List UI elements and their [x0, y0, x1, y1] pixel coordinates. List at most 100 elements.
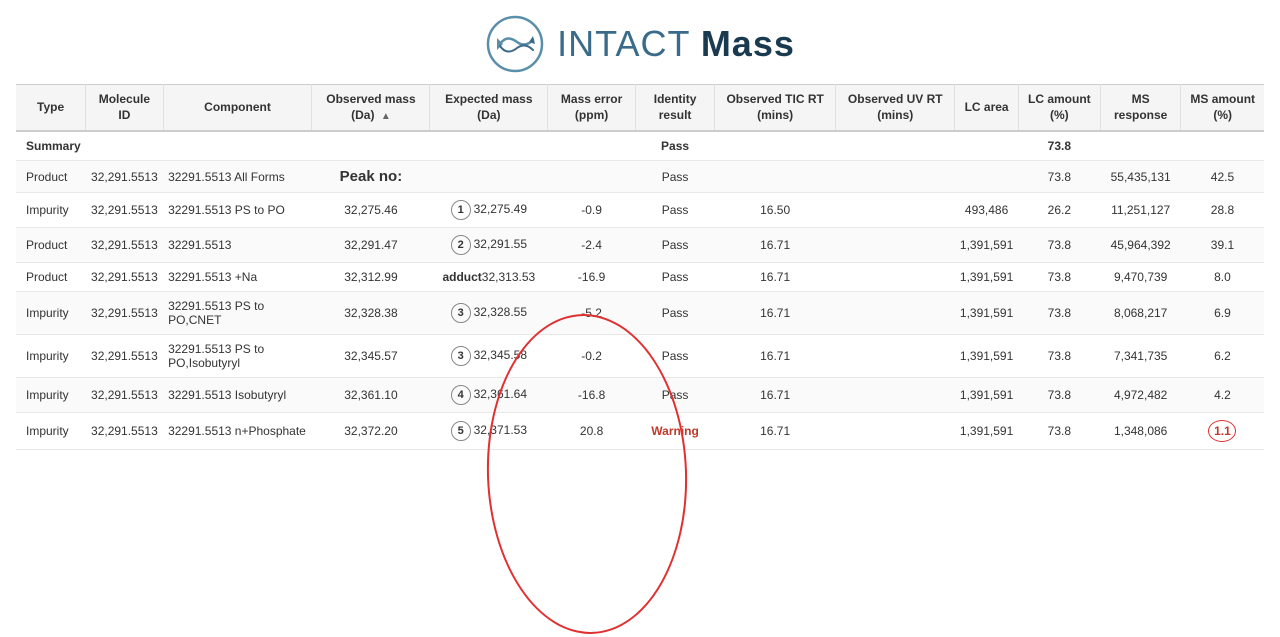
cell-uv-rt [836, 131, 955, 161]
cell-type: Impurity [16, 413, 86, 450]
cell-expected-mass: 532,371.53 [430, 413, 548, 450]
cell-identity: Pass [636, 193, 715, 228]
cell-ms-response: 8,068,217 [1100, 292, 1181, 335]
pass-badge: Pass [662, 170, 689, 184]
cell-component: 32291.5513 PS to PO,Isobutyryl [163, 335, 312, 378]
cell-tic-rt: 16.71 [715, 263, 836, 292]
cell-component: 32291.5513 Isobutyryl [163, 378, 312, 413]
cell-ms-amount: 8.0 [1181, 263, 1264, 292]
cell-observed-mass: 32,312.99 [312, 263, 430, 292]
cell-lc-area: 493,486 [955, 193, 1018, 228]
cell-uv-rt [836, 228, 955, 263]
cell-observed-mass: Peak no: [312, 161, 430, 193]
cell-expected-mass: 332,328.55 [430, 292, 548, 335]
cell-observed-mass: 32,291.47 [312, 228, 430, 263]
cell-ms-response: 1,348,086 [1100, 413, 1181, 450]
cell-ms-amount: 6.9 [1181, 292, 1264, 335]
col-tic-rt: Observed TIC RT (mins) [715, 85, 836, 132]
cell-identity: Pass [636, 161, 715, 193]
adduct-label: adduct [442, 270, 481, 284]
cell-mass-error: 20.8 [548, 413, 636, 450]
cell-lc-area: 1,391,591 [955, 413, 1018, 450]
cell-component: 32291.5513 PS to PO,CNET [163, 292, 312, 335]
cell-tic-rt [715, 131, 836, 161]
cell-mass-error: -16.8 [548, 378, 636, 413]
cell-ms-response: 55,435,131 [1100, 161, 1181, 193]
pass-badge: Pass [662, 388, 689, 402]
cell-uv-rt [836, 292, 955, 335]
cell-expected-mass: 332,345.58 [430, 335, 548, 378]
table-header-row: Type Molecule ID Component Observed mass… [16, 85, 1264, 132]
cell-uv-rt [836, 413, 955, 450]
cell-mass-error: -5.2 [548, 292, 636, 335]
peak-number-badge: 1 [451, 200, 471, 220]
cell-lc-area [955, 161, 1018, 193]
warning-badge: Warning [651, 424, 699, 438]
cell-component: 32291.5513 +Na [163, 263, 312, 292]
col-expected-mass: Expected mass (Da) [430, 85, 548, 132]
col-type: Type [16, 85, 86, 132]
cell-identity: Pass [636, 228, 715, 263]
cell-component: 32291.5513 [163, 228, 312, 263]
cell-identity: Pass [636, 378, 715, 413]
cell-type: Product [16, 161, 86, 193]
cell-tic-rt [715, 161, 836, 193]
cell-identity: Pass [636, 335, 715, 378]
peak-number-badge: 2 [451, 235, 471, 255]
data-table-container: Type Molecule ID Component Observed mass… [0, 84, 1280, 466]
cell-ms-amount: 6.2 [1181, 335, 1264, 378]
cell-tic-rt: 16.71 [715, 228, 836, 263]
cell-component: 32291.5513 PS to PO [163, 193, 312, 228]
sort-arrow-observed-mass: ▲ [381, 110, 391, 123]
cell-ms-response: 11,251,127 [1100, 193, 1181, 228]
cell-identity: Pass [636, 131, 715, 161]
cell-lc-area: 1,391,591 [955, 263, 1018, 292]
col-mass-error: Mass error (ppm) [548, 85, 636, 132]
cell-ms-response: 45,964,392 [1100, 228, 1181, 263]
cell-molecule-id: 32,291.5513 [86, 161, 163, 193]
cell-lc-amount: 73.8 [1018, 378, 1100, 413]
cell-uv-rt [836, 335, 955, 378]
pass-badge: Pass [662, 270, 689, 284]
cell-ms-response: 9,470,739 [1100, 263, 1181, 292]
cell-lc-amount: 73.8 [1018, 335, 1100, 378]
cell-molecule-id: 32,291.5513 [86, 228, 163, 263]
circled-ms-amount: 1.1 [1208, 420, 1236, 442]
cell-ms-amount: 4.2 [1181, 378, 1264, 413]
cell-lc-amount: 73.8 [1018, 161, 1100, 193]
pass-badge: Pass [662, 349, 689, 363]
cell-observed-mass: 32,345.57 [312, 335, 430, 378]
cell-mass-error: -0.9 [548, 193, 636, 228]
cell-molecule-id: 32,291.5513 [86, 413, 163, 450]
cell-ms-response: 7,341,735 [1100, 335, 1181, 378]
col-molecule-id: Molecule ID [86, 85, 163, 132]
cell-mass-error [548, 161, 636, 193]
cell-molecule-id: 32,291.5513 [86, 335, 163, 378]
cell-expected-mass: 132,275.49 [430, 193, 548, 228]
cell-ms-amount [1181, 131, 1264, 161]
table-row: Impurity32,291.551332291.5513 PS to PO,I… [16, 335, 1264, 378]
cell-component: 32291.5513 n+Phosphate [163, 413, 312, 450]
cell-lc-area: 1,391,591 [955, 228, 1018, 263]
cell-molecule-id: 32,291.5513 [86, 263, 163, 292]
cell-identity: Pass [636, 263, 715, 292]
cell-component [163, 131, 312, 161]
cell-mass-error: -16.9 [548, 263, 636, 292]
pass-badge: Pass [662, 203, 689, 217]
cell-tic-rt: 16.71 [715, 292, 836, 335]
cell-observed-mass: 32,361.10 [312, 378, 430, 413]
cell-molecule-id [86, 131, 163, 161]
cell-tic-rt: 16.71 [715, 335, 836, 378]
cell-expected-mass: 432,361.64 [430, 378, 548, 413]
cell-lc-area: 1,391,591 [955, 378, 1018, 413]
cell-ms-amount: 28.8 [1181, 193, 1264, 228]
cell-mass-error: -0.2 [548, 335, 636, 378]
cell-lc-amount: 73.8 [1018, 131, 1100, 161]
cell-expected-mass [430, 161, 548, 193]
cell-lc-amount: 73.8 [1018, 413, 1100, 450]
col-observed-mass[interactable]: Observed mass (Da) ▲ [312, 85, 430, 132]
cell-type: Summary [16, 131, 86, 161]
peak-no-label: Peak no: [340, 168, 403, 185]
cell-lc-area: 1,391,591 [955, 335, 1018, 378]
cell-lc-area [955, 131, 1018, 161]
